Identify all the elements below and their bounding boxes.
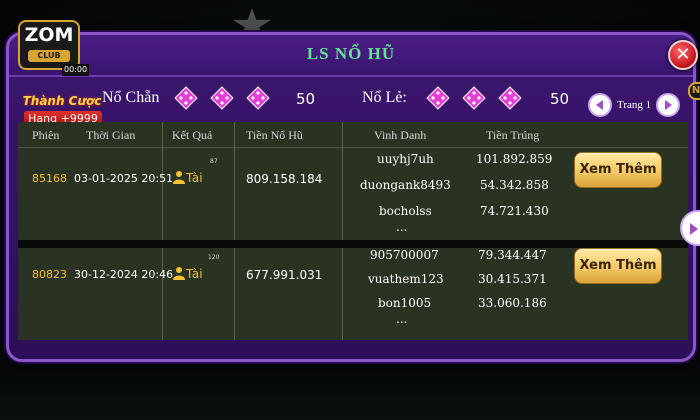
even-jackpot-label: Nổ Chẵn (102, 89, 160, 106)
winner-prize: 79.344.447 (478, 248, 547, 262)
prev-page-button[interactable] (588, 93, 612, 117)
even-jackpot-count: 50 (296, 90, 316, 108)
background-floor (0, 360, 700, 420)
header-winners: Vinh Danh (374, 128, 427, 142)
odd-jackpot-label: Nổ Lẻ: (362, 89, 407, 106)
chevron-right-icon (690, 223, 698, 235)
row-session: 80823 (32, 268, 67, 281)
row-time: 03-01-2025 20:51 (74, 172, 174, 185)
rank-title: Thành Cược (22, 94, 102, 108)
row-separator (18, 240, 688, 248)
close-icon: ✕ (675, 44, 691, 65)
winner-prize: 54.342.858 (480, 178, 549, 192)
row-time: 30-12-2024 20:46 (74, 268, 174, 281)
winner-name: bon1005 (378, 296, 432, 310)
dice-icon (426, 86, 450, 110)
row-result: Tài (186, 171, 203, 185)
winner-prize: 33.060.186 (478, 296, 547, 310)
view-more-button[interactable]: Xem Thêm (574, 152, 662, 188)
logo-sub-text: CLUB (28, 50, 70, 62)
dice-icon (498, 86, 522, 110)
user-icon (173, 267, 185, 280)
table-row: 80823 30-12-2024 20:46 Tài 120 677.991.0… (18, 248, 688, 340)
winner-name: uuyhj7uh (377, 152, 434, 166)
winner-name: bocholss (379, 204, 432, 218)
popup-header: LS NỔ HŨ (9, 35, 693, 77)
winner-prize: 30.415.371 (478, 272, 547, 286)
row-jackpot: 809.158.184 (246, 172, 323, 186)
chevron-right-icon (665, 100, 672, 110)
dice-icon (462, 86, 486, 110)
winner-ellipsis: ... (396, 220, 408, 234)
header-result: Kết Quả (172, 128, 213, 142)
header-prize: Tiền Trúng (486, 128, 540, 142)
row-result-count: 120 (208, 254, 220, 261)
page-indicator: Trang 1 (617, 99, 652, 111)
winner-name: duongank8493 (360, 178, 451, 192)
jackpot-history-table: Phiên Thời Gian Kết Quả Tiền Nổ Hũ Vinh … (18, 122, 688, 340)
header-session: Phiên (32, 128, 60, 142)
close-button[interactable]: ✕ (668, 40, 698, 70)
winner-prize: 74.721.430 (480, 204, 549, 218)
odd-jackpot-count: 50 (550, 90, 570, 108)
next-page-button[interactable] (656, 93, 680, 117)
view-more-button[interactable]: Xem Thêm (574, 248, 662, 284)
winner-name: vuathem123 (368, 272, 444, 286)
dice-icon (246, 86, 270, 110)
user-icon (173, 171, 185, 184)
row-jackpot: 677.991.031 (246, 268, 323, 282)
dice-icon (210, 86, 234, 110)
header-time: Thời Gian (86, 128, 136, 142)
row-session: 85168 (32, 172, 67, 185)
table-header: Phiên Thời Gian Kết Quả Tiền Nổ Hũ Vinh … (18, 122, 688, 148)
popup-title: LS NỔ HŨ (306, 44, 396, 63)
timer-badge: 00:00 (62, 64, 90, 76)
winner-ellipsis: ... (396, 312, 408, 326)
logo-main-text: ZOM (24, 24, 74, 46)
row-result-count: 87 (210, 158, 218, 165)
chevron-left-icon (596, 100, 603, 110)
winner-name: 905700007 (370, 248, 439, 262)
header-jackpot: Tiền Nổ Hũ (246, 128, 303, 142)
table-row: 85168 03-01-2025 20:51 Tài 87 809.158.18… (18, 148, 688, 240)
side-tab[interactable]: N (688, 82, 700, 100)
winner-prize: 101.892.859 (476, 152, 553, 166)
row-result: Tài (186, 267, 203, 281)
dice-icon (174, 86, 198, 110)
